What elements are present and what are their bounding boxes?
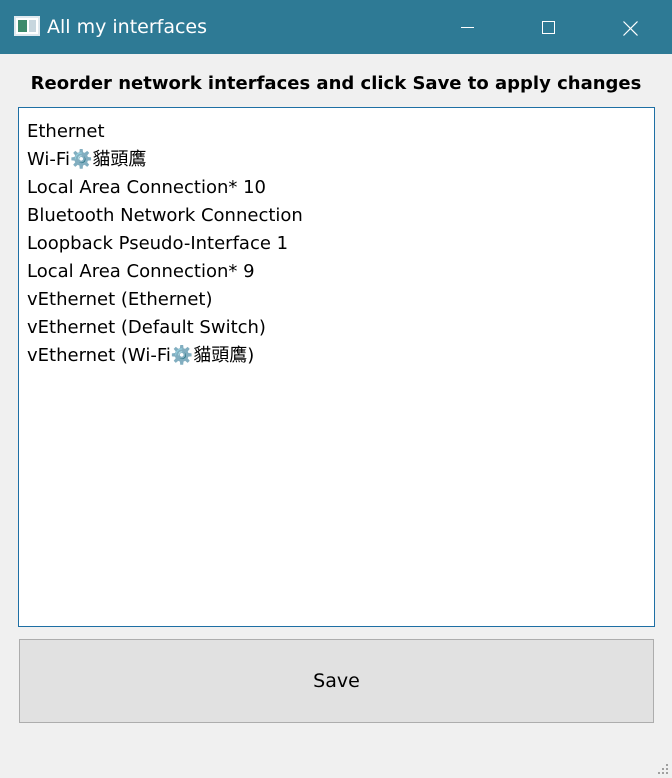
title-bar[interactable]: All my interfaces — [0, 0, 672, 54]
app-window: All my interfaces Reorder network interf… — [0, 0, 672, 778]
list-item[interactable]: vEthernet (Wi-Fi⚙️貓頭鷹) — [27, 342, 654, 370]
list-item[interactable]: Local Area Connection* 10 — [27, 174, 654, 202]
close-button[interactable] — [607, 0, 653, 54]
maximize-button[interactable] — [526, 0, 572, 54]
list-item[interactable]: vEthernet (Ethernet) — [27, 286, 654, 314]
list-item[interactable]: Bluetooth Network Connection — [27, 202, 654, 230]
minimize-icon — [461, 27, 474, 28]
maximize-icon — [542, 21, 555, 34]
interfaces-listbox[interactable]: Ethernet Wi-Fi⚙️貓頭鷹 Local Area Connectio… — [18, 107, 655, 627]
app-icon — [14, 16, 40, 36]
list-item[interactable]: Ethernet — [27, 118, 654, 146]
instruction-heading: Reorder network interfaces and click Sav… — [30, 73, 642, 94]
list-item[interactable]: vEthernet (Default Switch) — [27, 314, 654, 342]
resize-grip-icon[interactable] — [656, 762, 668, 774]
list-item[interactable]: Local Area Connection* 9 — [27, 258, 654, 286]
list-item[interactable]: Loopback Pseudo-Interface 1 — [27, 230, 654, 258]
minimize-button[interactable] — [444, 0, 490, 54]
save-button[interactable]: Save — [19, 639, 654, 723]
close-icon — [623, 21, 638, 36]
window-title: All my interfaces — [47, 16, 208, 38]
list-item[interactable]: Wi-Fi⚙️貓頭鷹 — [27, 146, 654, 174]
